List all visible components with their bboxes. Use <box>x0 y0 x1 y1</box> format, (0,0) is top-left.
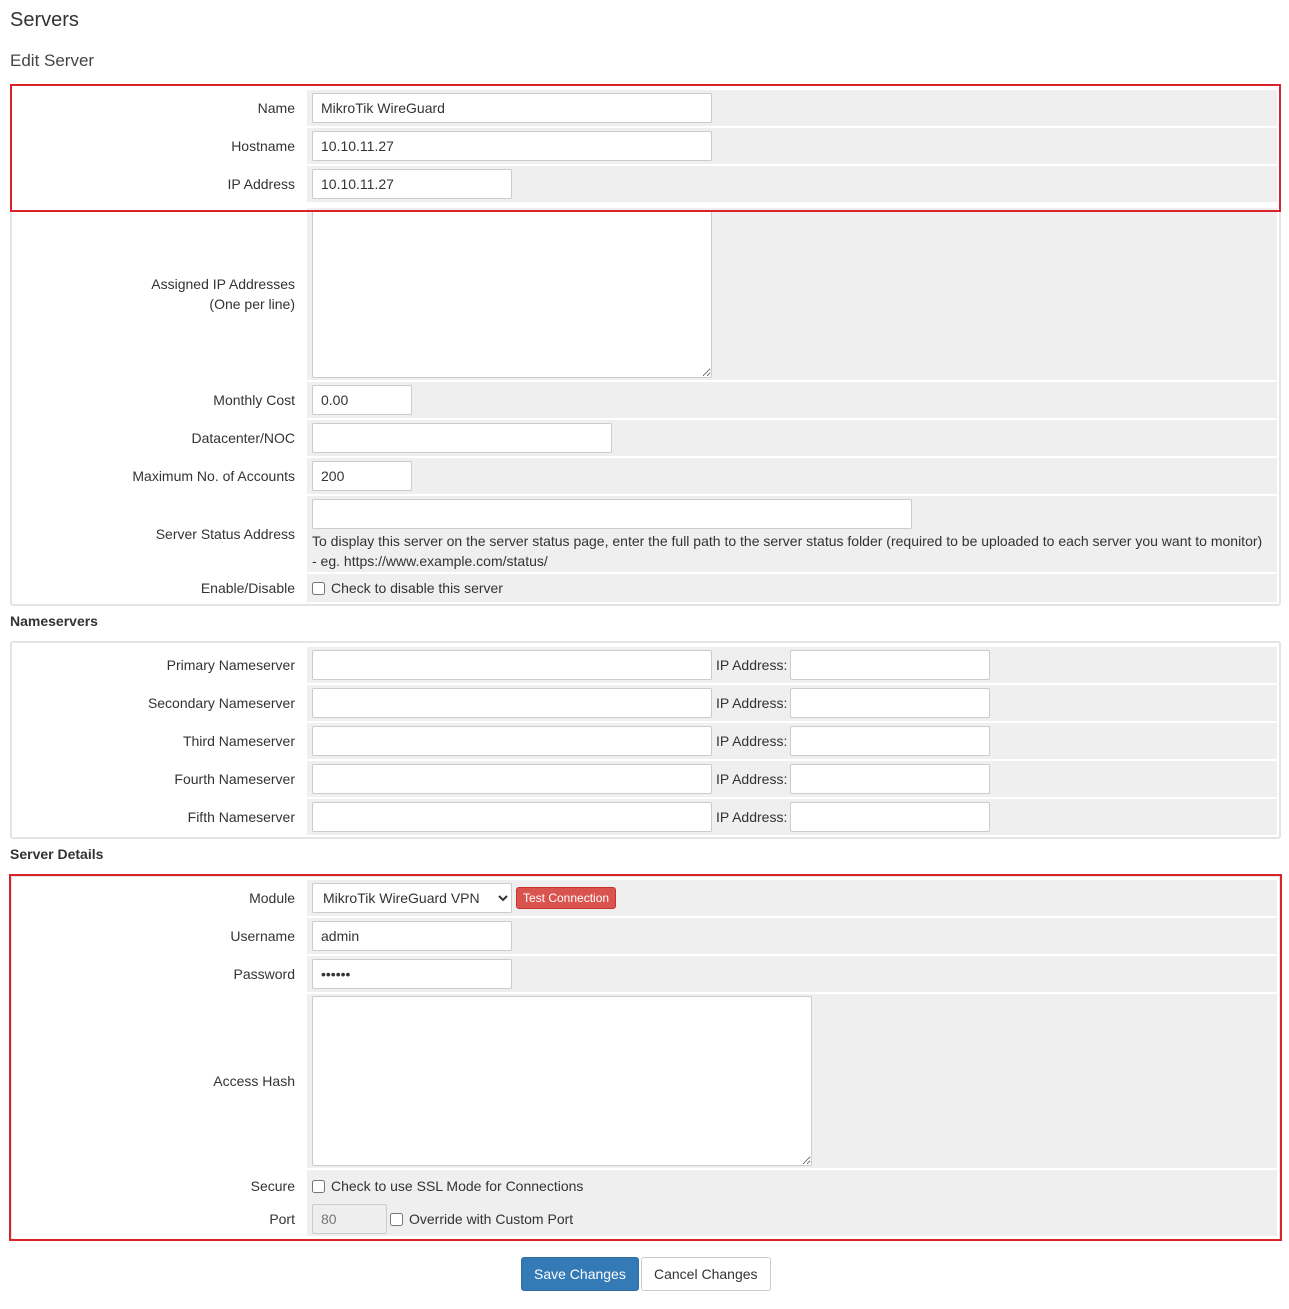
port-row: Port Override with Custom Port <box>12 1202 1277 1236</box>
name-label: Name <box>12 90 307 126</box>
access-hash-row: Access Hash <box>12 994 1277 1168</box>
cancel-changes-button[interactable]: Cancel Changes <box>641 1257 771 1291</box>
password-input[interactable] <box>312 959 512 989</box>
secure-row: Secure Check to use SSL Mode for Connect… <box>12 1170 1277 1202</box>
nameserver-label: Fourth Nameserver <box>12 761 307 797</box>
nameserver-ip-input[interactable] <box>790 726 991 756</box>
ssl-mode-checkbox[interactable] <box>312 1179 325 1193</box>
name-row: Name <box>12 90 1277 126</box>
nameserver-ip-label: IP Address: <box>716 733 788 749</box>
assigned-ips-label-line2: (One per line) <box>209 296 295 312</box>
assigned-ips-label: Assigned IP Addresses (One per line) <box>12 208 307 380</box>
page-subtitle: Edit Server <box>10 51 95 70</box>
nameserver-row: Fifth Nameserver IP Address: <box>12 799 1277 835</box>
module-row: Module MikroTik WireGuard VPN Test Conne… <box>12 880 1277 916</box>
status-address-label: Server Status Address <box>12 496 307 572</box>
ssl-mode-option[interactable]: Check to use SSL Mode for Connections <box>312 1178 583 1194</box>
test-connection-button[interactable]: Test Connection <box>516 887 617 909</box>
disable-server-checkbox[interactable] <box>312 581 325 595</box>
nameserver-ip-input[interactable] <box>790 764 991 794</box>
nameserver-input[interactable] <box>312 650 712 680</box>
max-accounts-row: Maximum No. of Accounts <box>12 458 1277 494</box>
hostname-label: Hostname <box>12 128 307 164</box>
nameserver-ip-input[interactable] <box>790 688 991 718</box>
secure-label: Secure <box>12 1170 307 1202</box>
nameserver-label: Third Nameserver <box>12 723 307 759</box>
status-address-input[interactable] <box>312 499 912 529</box>
datacenter-input[interactable] <box>312 423 612 453</box>
monthly-cost-label: Monthly Cost <box>12 382 307 418</box>
custom-port-text: Override with Custom Port <box>409 1211 574 1227</box>
access-hash-label: Access Hash <box>12 994 307 1168</box>
status-address-row: Server Status Address To display this se… <box>12 496 1277 572</box>
enable-label: Enable/Disable <box>12 574 307 602</box>
monthly-cost-row: Monthly Cost <box>12 382 1277 418</box>
assigned-ips-label-line1: Assigned IP Addresses <box>151 276 295 292</box>
nameserver-row: Primary Nameserver IP Address: <box>12 647 1277 683</box>
nameserver-input[interactable] <box>312 802 712 832</box>
datacenter-label: Datacenter/NOC <box>12 420 307 456</box>
nameservers-title: Nameservers <box>10 613 98 629</box>
nameserver-row: Secondary Nameserver IP Address: <box>12 685 1277 721</box>
disable-server-option[interactable]: Check to disable this server <box>312 580 503 596</box>
save-changes-button[interactable]: Save Changes <box>521 1257 639 1291</box>
disable-server-text: Check to disable this server <box>331 580 503 596</box>
nameserver-label: Fifth Nameserver <box>12 799 307 835</box>
module-select[interactable]: MikroTik WireGuard VPN <box>312 883 512 913</box>
page-title: Servers <box>10 9 79 31</box>
nameserver-label: Primary Nameserver <box>12 647 307 683</box>
ssl-mode-text: Check to use SSL Mode for Connections <box>331 1178 584 1194</box>
nameserver-ip-label: IP Address: <box>716 771 788 787</box>
ip-address-input[interactable] <box>312 169 512 199</box>
hostname-row: Hostname <box>12 128 1277 164</box>
password-row: Password <box>12 956 1277 992</box>
status-address-help: To display this server on the server sta… <box>312 533 1263 569</box>
nameserver-ip-input[interactable] <box>790 650 991 680</box>
username-input[interactable] <box>312 921 512 951</box>
module-label: Module <box>12 880 307 916</box>
nameserver-ip-label: IP Address: <box>716 695 788 711</box>
password-label: Password <box>12 956 307 992</box>
ip-address-row: IP Address <box>12 166 1277 202</box>
nameserver-ip-input[interactable] <box>790 802 991 832</box>
nameserver-label: Secondary Nameserver <box>12 685 307 721</box>
nameserver-row: Fourth Nameserver IP Address: <box>12 761 1277 797</box>
hostname-input[interactable] <box>312 131 712 161</box>
nameserver-ip-label: IP Address: <box>716 657 788 673</box>
monthly-cost-input[interactable] <box>312 385 412 415</box>
assigned-ips-textarea[interactable] <box>312 210 712 378</box>
custom-port-checkbox[interactable] <box>390 1212 403 1226</box>
ip-address-label: IP Address <box>12 166 307 202</box>
access-hash-textarea[interactable] <box>312 996 812 1166</box>
port-label: Port <box>12 1202 307 1236</box>
name-input[interactable] <box>312 93 712 123</box>
max-accounts-label: Maximum No. of Accounts <box>12 458 307 494</box>
nameserver-row: Third Nameserver IP Address: <box>12 723 1277 759</box>
username-label: Username <box>12 918 307 954</box>
server-details-title: Server Details <box>10 846 104 862</box>
nameserver-input[interactable] <box>312 764 712 794</box>
enable-row: Enable/Disable Check to disable this ser… <box>12 574 1277 602</box>
username-row: Username <box>12 918 1277 954</box>
port-input[interactable] <box>312 1204 387 1234</box>
max-accounts-input[interactable] <box>312 461 412 491</box>
custom-port-option[interactable]: Override with Custom Port <box>390 1211 573 1227</box>
nameserver-input[interactable] <box>312 726 712 756</box>
assigned-ips-row: Assigned IP Addresses (One per line) <box>12 208 1277 380</box>
datacenter-row: Datacenter/NOC <box>12 420 1277 456</box>
nameserver-ip-label: IP Address: <box>716 809 788 825</box>
nameserver-input[interactable] <box>312 688 712 718</box>
